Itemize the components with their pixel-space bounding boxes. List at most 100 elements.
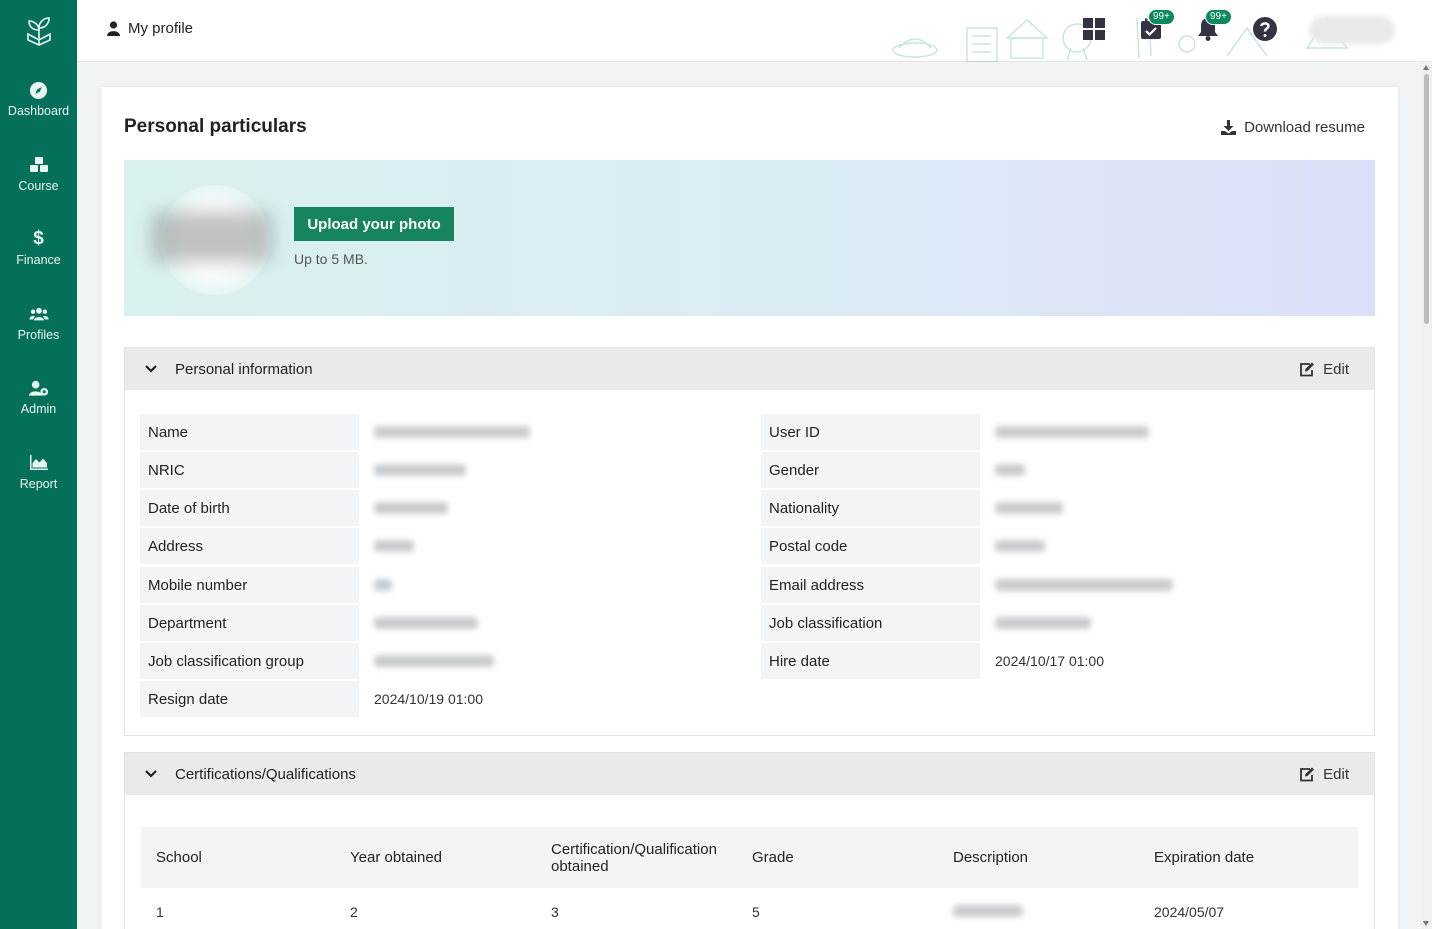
info-label: Postal code [761, 528, 980, 564]
page-title: Personal particulars [124, 116, 307, 137]
info-value [980, 567, 1360, 603]
column-header: Description [938, 827, 1139, 888]
scroll-down-arrow-icon[interactable] [1423, 921, 1429, 926]
info-row: Email address [761, 567, 1360, 603]
info-value [359, 452, 739, 488]
redacted-value [374, 426, 530, 438]
info-row: Job classification [761, 605, 1360, 641]
info-row: Name [140, 414, 739, 450]
info-label: NRIC [140, 452, 359, 488]
profile-card: Personal particulars Download resume Upl… [101, 87, 1398, 929]
redacted-value [374, 617, 478, 629]
edit-icon [1300, 767, 1315, 781]
info-row: Gender [761, 452, 1360, 488]
info-label: Date of birth [140, 490, 359, 526]
cubes-icon [29, 155, 49, 175]
compass-icon [29, 80, 49, 100]
info-value [980, 490, 1360, 526]
section-title: Certifications/Qualifications [175, 765, 356, 783]
certifications-section: Certifications/Qualifications Edit Schoo… [124, 752, 1375, 929]
info-value [980, 452, 1360, 488]
sidebar-item-label: Finance [16, 253, 61, 268]
apps-grid-button[interactable] [1081, 16, 1107, 42]
redacted-value [995, 540, 1045, 552]
edit-personal-button[interactable]: Edit [1299, 361, 1349, 378]
table-row: 1 2 3 5 2024/05/07 [141, 888, 1358, 929]
sidebar-item-admin[interactable]: Admin [0, 360, 77, 435]
edit-certifications-button[interactable]: Edit [1299, 766, 1349, 783]
info-row: Postal code [761, 528, 1360, 564]
sidebar-item-label: Admin [20, 402, 57, 417]
redacted-value [995, 579, 1173, 591]
info-label: Email address [761, 567, 980, 603]
info-row: Mobile number [140, 567, 739, 603]
app-logo[interactable] [0, 0, 77, 62]
user-menu-avatar[interactable] [1309, 16, 1395, 44]
column-header: Grade [737, 827, 938, 888]
info-value: 2024/10/19 01:00 [374, 691, 483, 707]
leaf-book-logo-icon [26, 17, 51, 46]
info-row: Department [140, 605, 739, 641]
redacted-value [995, 502, 1063, 514]
user-gear-icon [28, 378, 49, 398]
download-icon [1221, 120, 1237, 135]
redacted-value [374, 502, 448, 514]
scrollbar-thumb[interactable] [1424, 74, 1429, 324]
info-value [980, 605, 1360, 641]
info-row: Date of birth [140, 490, 739, 526]
sidebar-item-label: Course [18, 178, 59, 193]
sidebar-item-report[interactable]: Report [0, 435, 77, 510]
page-header-title: My profile [107, 20, 193, 37]
redacted-value [374, 655, 494, 667]
table-cell: 2 [350, 904, 358, 920]
info-label: User ID [761, 414, 980, 450]
table-cell: 2024/05/07 [1154, 904, 1225, 920]
help-button[interactable] [1252, 16, 1278, 42]
info-row: NRIC [140, 452, 739, 488]
chevron-down-icon[interactable] [145, 770, 159, 778]
edit-label: Edit [1323, 765, 1349, 783]
area-chart-icon [29, 453, 49, 473]
sidebar-item-dashboard[interactable]: Dashboard [0, 62, 77, 137]
notifications-button[interactable]: 99+ [1195, 9, 1232, 42]
redacted-value [995, 617, 1091, 629]
info-label: Job classification [761, 605, 980, 641]
notifications-count-badge: 99+ [1205, 9, 1232, 25]
info-value [359, 567, 739, 603]
sidebar-item-finance[interactable]: $ Finance [0, 211, 77, 286]
chevron-down-icon[interactable] [145, 365, 159, 373]
info-label: Job classification group [140, 643, 359, 679]
upload-photo-button[interactable]: Upload your photo [294, 207, 454, 241]
info-value [359, 605, 739, 641]
redacted-value [374, 464, 466, 476]
info-label: Mobile number [140, 567, 359, 603]
certifications-table: School Year obtained Certification/Qualifi… [141, 827, 1358, 929]
dollar-icon: $ [33, 228, 44, 250]
scroll-up-arrow-icon[interactable] [1423, 65, 1429, 70]
header-icon-group: 99+ 99+ [1081, 9, 1309, 42]
download-resume-button[interactable]: Download resume [1221, 119, 1365, 136]
sidebar-item-profiles[interactable]: Profiles [0, 286, 77, 361]
sidebar-item-label: Dashboard [7, 104, 70, 119]
info-label: Nationality [761, 490, 980, 526]
table-cell: 5 [752, 904, 760, 920]
info-label: Resign date [140, 681, 359, 717]
info-row: Nationality [761, 490, 1360, 526]
info-value: 2024/10/17 01:00 [995, 653, 1104, 669]
redacted-value [953, 905, 1023, 917]
profile-photo-blurred-content [152, 212, 272, 262]
upload-size-hint: Up to 5 MB. [294, 251, 368, 267]
info-value [359, 643, 739, 679]
section-header: Personal information Edit [125, 348, 1374, 390]
sidebar-item-course[interactable]: Course [0, 137, 77, 212]
page-scrollbar[interactable] [1421, 62, 1432, 929]
redacted-value [995, 426, 1149, 438]
info-label: Gender [761, 452, 980, 488]
edit-label: Edit [1323, 360, 1349, 378]
tasks-button[interactable]: 99+ [1138, 9, 1175, 42]
sidebar-item-label: Profiles [17, 327, 60, 342]
info-label: Hire date [761, 643, 980, 679]
photo-banner: Upload your photo Up to 5 MB. [124, 160, 1375, 316]
redacted-value [374, 579, 392, 591]
info-row: Hire date 2024/10/17 01:00 [761, 643, 1360, 679]
